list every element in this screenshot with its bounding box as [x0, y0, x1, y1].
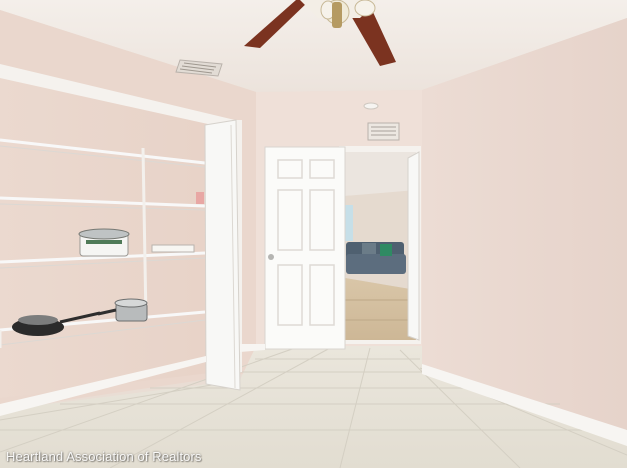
closet-door[interactable] [204, 119, 241, 391]
cooking-pot-icon [78, 228, 130, 257]
small-box-icon [196, 192, 204, 204]
sofa-icon [346, 242, 406, 274]
room-photo: Heartland Association of Realtors [0, 0, 627, 468]
dish-icon [151, 244, 195, 253]
doorway [339, 146, 421, 344]
wall-vent-icon [367, 122, 400, 141]
watermark: Heartland Association of Realtors [6, 449, 202, 464]
door-knob-icon[interactable] [268, 254, 274, 260]
smoke-detector-icon [363, 102, 379, 110]
room-illustration [0, 0, 627, 468]
interior-door[interactable] [264, 146, 346, 350]
